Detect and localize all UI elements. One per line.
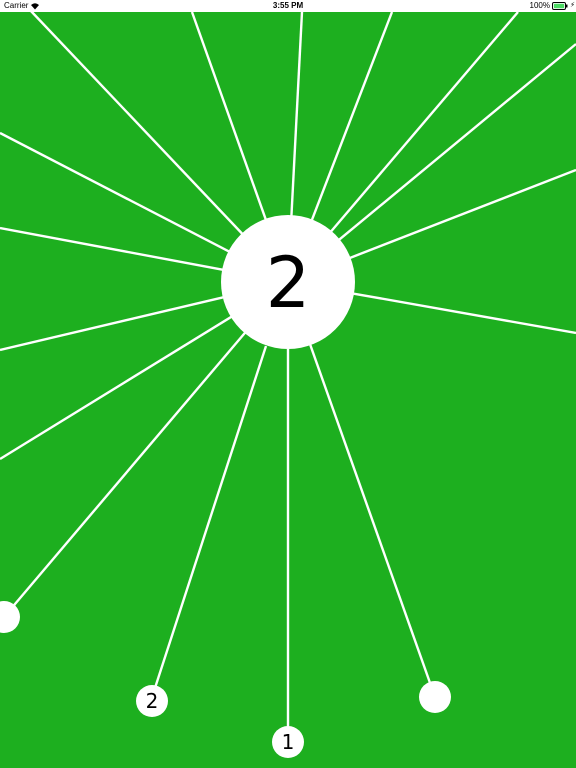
pin-line	[190, 11, 268, 221]
pin-line	[352, 292, 576, 335]
pin-line	[3, 331, 247, 618]
pin-line	[0, 226, 224, 272]
ball-queue: 2 1	[136, 345, 304, 758]
queue-ball-2-pin	[153, 345, 268, 689]
game-board[interactable]: 2 1 2	[0, 0, 576, 768]
pin-line	[310, 11, 394, 221]
stuck-ball	[0, 601, 20, 633]
pin-line	[29, 9, 244, 235]
queue-ball-2-number: 2	[146, 689, 159, 713]
pin-line	[349, 168, 576, 260]
pin-line	[329, 11, 519, 233]
pin-line	[308, 343, 437, 698]
queue-ball-1-number: 1	[282, 730, 295, 754]
level-number: 2	[266, 242, 311, 324]
stuck-balls	[0, 331, 451, 713]
pin-line	[338, 43, 576, 241]
stuck-ball	[419, 681, 451, 713]
pin-line	[290, 11, 304, 217]
